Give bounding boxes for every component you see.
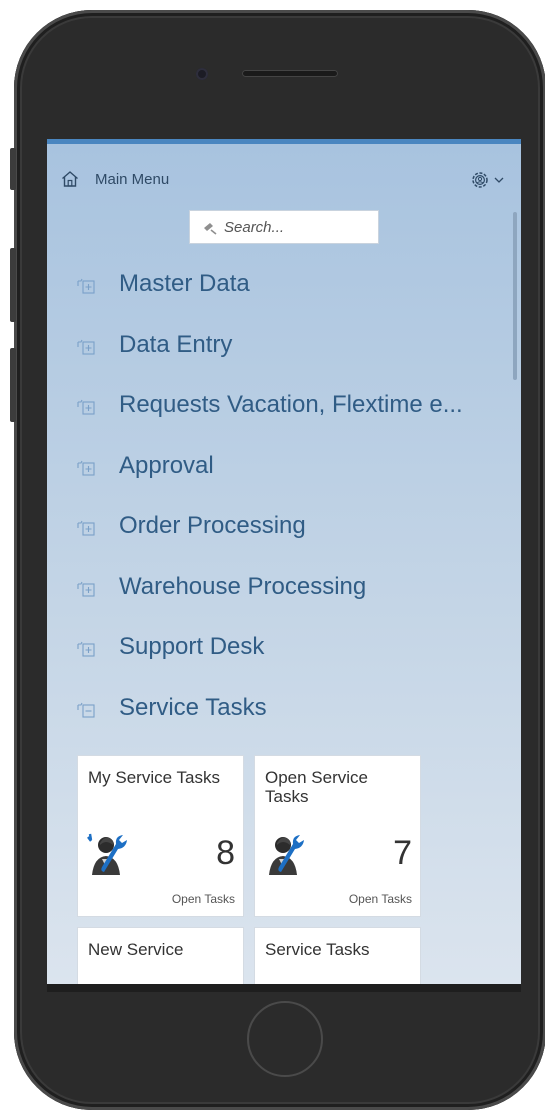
menu-item-service-tasks[interactable]: Service Tasks xyxy=(47,680,521,741)
home-hardware-button[interactable] xyxy=(247,1001,323,1077)
tile-title: Open Service Tasks xyxy=(265,768,368,806)
tile-new-service[interactable]: New Service xyxy=(77,927,244,984)
expand-folder-icon xyxy=(77,581,95,597)
tile-unit: Open Tasks xyxy=(171,892,235,906)
expand-folder-icon xyxy=(77,278,95,294)
app-screen: Main Menu Master Data xyxy=(47,139,521,984)
tile-title: My Service Tasks xyxy=(88,768,220,787)
expand-folder-icon xyxy=(77,641,95,657)
menu-item-data-entry[interactable]: Data Entry xyxy=(47,317,521,378)
mute-switch xyxy=(10,148,16,190)
expand-folder-icon xyxy=(77,460,95,476)
search-input[interactable] xyxy=(224,216,372,238)
menu-item-approval[interactable]: Approval xyxy=(47,438,521,499)
front-camera xyxy=(196,68,208,80)
expand-folder-icon xyxy=(77,399,95,415)
service-technician-icon xyxy=(87,833,127,875)
earpiece-speaker xyxy=(242,70,338,77)
main-menu-list: Master Data Data Entry Requests Vacation… xyxy=(47,256,521,740)
menu-item-requests[interactable]: Requests Vacation, Flextime e... xyxy=(47,377,521,438)
menu-item-label: Warehouse Processing xyxy=(119,572,367,600)
tile-count: 8 xyxy=(216,834,235,872)
tile-open-service-tasks[interactable]: Open Service Tasks 7 Open Tasks xyxy=(254,755,421,917)
gear-user-icon xyxy=(472,172,488,188)
tile-service-tasks[interactable]: Service Tasks xyxy=(254,927,421,984)
volume-up-button xyxy=(10,248,16,322)
expand-folder-icon xyxy=(77,339,95,355)
menu-item-support-desk[interactable]: Support Desk xyxy=(47,619,521,680)
tile-count: 7 xyxy=(393,834,412,872)
tile-title: New Service xyxy=(88,940,184,959)
screen-bottom-edge xyxy=(47,984,521,992)
tile-unit: Open Tasks xyxy=(348,892,412,906)
menu-item-label: Data Entry xyxy=(119,330,233,358)
menu-item-warehouse-processing[interactable]: Warehouse Processing xyxy=(47,559,521,620)
menu-item-order-processing[interactable]: Order Processing xyxy=(47,498,521,559)
page-title: Main Menu xyxy=(95,171,170,188)
expand-folder-icon xyxy=(77,520,95,536)
chevron-down-icon xyxy=(494,177,504,183)
search-icon xyxy=(204,223,217,235)
menu-item-label: Requests Vacation, Flextime e... xyxy=(119,391,463,418)
menu-item-label: Approval xyxy=(119,451,214,479)
menu-item-label: Order Processing xyxy=(119,512,306,539)
search-box[interactable] xyxy=(189,210,379,244)
menu-item-label: Master Data xyxy=(119,270,250,297)
home-icon[interactable] xyxy=(61,170,79,188)
menu-item-master-data[interactable]: Master Data xyxy=(47,256,521,317)
header-bar: Main Menu xyxy=(47,164,521,194)
menu-item-label: Service Tasks xyxy=(119,693,267,721)
tile-title: Service Tasks xyxy=(265,940,370,959)
service-technician-icon xyxy=(269,835,304,875)
menu-item-label: Support Desk xyxy=(119,633,265,660)
settings-menu-button[interactable] xyxy=(469,169,509,191)
collapse-folder-icon xyxy=(77,702,95,718)
tile-my-service-tasks[interactable]: My Service Tasks 8 Open Tasks xyxy=(77,755,244,917)
volume-down-button xyxy=(10,348,16,422)
